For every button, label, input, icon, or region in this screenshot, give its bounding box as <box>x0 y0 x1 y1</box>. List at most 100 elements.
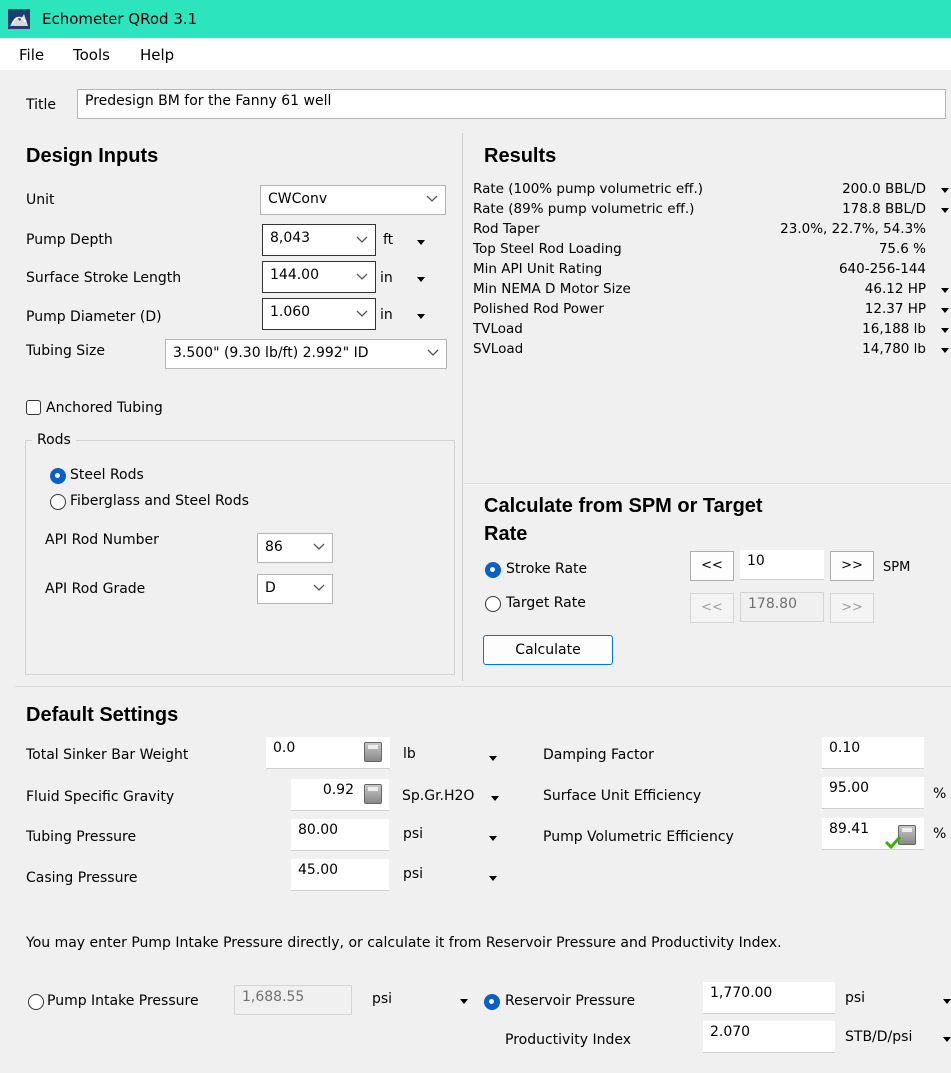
fiberglass-rods-label: Fiberglass and Steel Rods <box>70 493 249 509</box>
result-label: TVLoad <box>473 321 523 337</box>
stroke-rate-unit: SPM <box>883 560 911 575</box>
calculate-button[interactable]: Calculate <box>483 635 613 665</box>
surface-unit-efficiency-label: Surface Unit Efficiency <box>543 788 702 804</box>
result-label: Min API Unit Rating <box>473 261 603 277</box>
anchored-tubing-label: Anchored Tubing <box>46 400 163 416</box>
result-value: 12.37 HP <box>864 301 926 317</box>
calculator-icon[interactable] <box>364 742 382 762</box>
casing-pressure-label: Casing Pressure <box>26 870 138 886</box>
pump-diameter-label: Pump Diameter (D) <box>26 309 162 325</box>
result-label: Rod Taper <box>473 221 540 237</box>
stroke-length-input[interactable]: 144.00 <box>262 261 376 293</box>
fluid-sg-unit-dropdown[interactable] <box>491 796 499 801</box>
result-value: 14,780 lb <box>862 341 926 357</box>
pump-depth-unit: ft <box>383 232 394 248</box>
casing-pressure-input[interactable]: 45.00 <box>291 859 389 891</box>
steel-rods-radio[interactable] <box>50 468 66 484</box>
result-value: 640-256-144 <box>838 261 926 277</box>
result-label: Rate (100% pump volumetric eff.) <box>473 181 704 197</box>
pump-volumetric-efficiency-label: Pump Volumetric Efficiency <box>543 829 734 845</box>
surface-unit-efficiency-unit: % <box>933 786 947 802</box>
casing-pressure-unit: psi <box>403 866 424 882</box>
chevron-down-icon <box>356 273 368 280</box>
api-rod-grade-select[interactable]: D <box>257 574 333 604</box>
title-input[interactable]: Predesign BM for the Fanny 61 well <box>77 89 946 119</box>
design-inputs-heading: Design Inputs <box>26 145 159 167</box>
menu-tools[interactable]: Tools <box>73 46 110 64</box>
casing-pressure-unit-dropdown[interactable] <box>489 876 497 881</box>
pump-intake-pressure-unit: psi <box>372 991 393 1007</box>
reservoir-pressure-input[interactable]: 1,770.00 <box>703 982 835 1014</box>
pump-intake-pressure-radio[interactable] <box>28 994 44 1010</box>
vertical-divider <box>462 133 463 681</box>
reservoir-pressure-unit-dropdown[interactable] <box>943 999 951 1004</box>
surface-unit-efficiency-input[interactable]: 95.00 <box>822 777 924 809</box>
pump-depth-unit-dropdown[interactable] <box>417 240 425 245</box>
result-unit-dropdown[interactable] <box>941 308 949 313</box>
result-unit-dropdown[interactable] <box>941 328 949 333</box>
calculator-icon[interactable] <box>364 784 382 804</box>
result-value: 200.0 BBL/D <box>842 181 926 197</box>
result-label: Rate (89% pump volumetric eff.) <box>473 201 695 217</box>
fluid-sg-label: Fluid Specific Gravity <box>26 789 175 805</box>
tubing-pressure-input[interactable]: 80.00 <box>291 819 389 851</box>
result-value: 23.0%, 22.7%, 54.3% <box>780 221 926 237</box>
stroke-rate-input[interactable]: 10 <box>740 550 824 580</box>
result-unit-dropdown[interactable] <box>941 208 949 213</box>
result-label: Polished Rod Power <box>473 301 604 317</box>
result-value: 46.12 HP <box>864 281 926 297</box>
target-rate-increase-button[interactable]: >> <box>830 593 874 623</box>
pump-depth-label: Pump Depth <box>26 232 113 248</box>
result-value: 16,188 lb <box>862 321 926 337</box>
stroke-length-unit-dropdown[interactable] <box>417 277 425 282</box>
pump-diameter-unit-dropdown[interactable] <box>417 314 425 319</box>
steel-rods-label: Steel Rods <box>70 467 144 483</box>
stroke-rate-decrease-button[interactable]: << <box>690 551 734 581</box>
damping-factor-input[interactable]: 0.10 <box>822 737 924 769</box>
stroke-rate-label: Stroke Rate <box>506 561 588 577</box>
checkmark-icon <box>884 835 902 850</box>
pump-diameter-unit: in <box>380 307 393 323</box>
pump-diameter-input[interactable]: 1.060 <box>262 298 376 330</box>
productivity-index-unit: STB/D/psi <box>845 1029 913 1045</box>
result-unit-dropdown[interactable] <box>941 288 949 293</box>
sinker-bar-unit-dropdown[interactable] <box>489 756 497 761</box>
default-settings-heading: Default Settings <box>26 704 179 726</box>
anchored-tubing-checkbox[interactable] <box>26 400 41 415</box>
result-label: Min NEMA D Motor Size <box>473 281 631 297</box>
menu-help[interactable]: Help <box>140 46 174 64</box>
unit-select[interactable]: CWConv <box>260 185 446 215</box>
api-rod-number-select[interactable]: 86 <box>257 533 333 563</box>
chevron-down-icon <box>426 195 438 202</box>
unit-label: Unit <box>26 192 55 208</box>
target-rate-label: Target Rate <box>506 595 586 611</box>
window-title: Echometer QRod 3.1 <box>42 10 198 28</box>
target-rate-radio[interactable] <box>485 596 501 612</box>
target-rate-decrease-button[interactable]: << <box>690 593 734 623</box>
productivity-index-unit-dropdown[interactable] <box>943 1037 951 1042</box>
reservoir-pressure-label: Reservoir Pressure <box>505 993 636 1009</box>
result-unit-dropdown[interactable] <box>941 348 949 353</box>
menu-file[interactable]: File <box>19 46 44 64</box>
productivity-index-input[interactable]: 2.070 <box>703 1021 835 1053</box>
sinker-bar-unit: lb <box>403 746 416 762</box>
pump-volumetric-efficiency-unit: % <box>933 826 947 842</box>
results-heading: Results <box>484 145 557 167</box>
stroke-rate-increase-button[interactable]: >> <box>830 551 874 581</box>
pip-note: You may enter Pump Intake Pressure direc… <box>26 935 782 951</box>
damping-factor-label: Damping Factor <box>543 747 654 763</box>
stroke-length-unit: in <box>380 270 393 286</box>
fluid-sg-unit: Sp.Gr.H2O <box>402 788 475 804</box>
reservoir-pressure-radio[interactable] <box>484 994 500 1010</box>
pump-intake-pressure-input[interactable]: 1,688.55 <box>234 985 352 1015</box>
pump-intake-pressure-unit-dropdown[interactable] <box>460 999 468 1004</box>
target-rate-input[interactable]: 178.80 <box>740 592 824 622</box>
result-label: SVLoad <box>473 341 524 357</box>
fiberglass-rods-radio[interactable] <box>50 494 66 510</box>
result-unit-dropdown[interactable] <box>941 188 949 193</box>
pump-depth-input[interactable]: 8,043 <box>262 224 376 256</box>
tubing-size-select[interactable]: 3.500" (9.30 lb/ft) 2.992" ID <box>165 339 447 369</box>
productivity-index-label: Productivity Index <box>505 1032 631 1048</box>
tubing-pressure-unit-dropdown[interactable] <box>489 836 497 841</box>
stroke-rate-radio[interactable] <box>485 562 501 578</box>
